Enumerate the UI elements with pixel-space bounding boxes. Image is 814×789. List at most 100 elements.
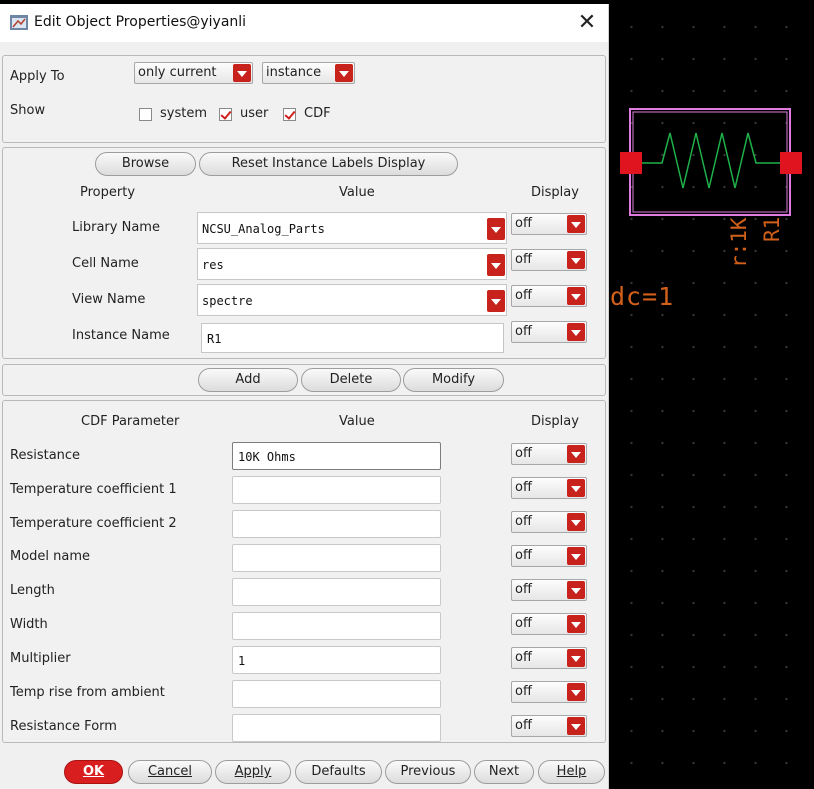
- apply-panel: Apply To only current instance Show syst…: [2, 55, 606, 143]
- instance-panel: Browse Reset Instance Labels Display Pro…: [2, 147, 606, 359]
- cdf-value-header: Value: [339, 414, 375, 429]
- chevron-down-icon: [487, 218, 505, 240]
- ok-button[interactable]: OK: [64, 760, 123, 784]
- view-name-combo[interactable]: spectre: [197, 284, 507, 316]
- temp-rise-display-select[interactable]: off: [511, 681, 587, 703]
- temp-rise-label: Temp rise from ambient: [10, 685, 165, 700]
- chevron-down-icon: [567, 513, 585, 531]
- next-button[interactable]: Next: [474, 760, 534, 784]
- chevron-down-icon: [567, 649, 585, 667]
- show-system-label: system: [160, 106, 207, 121]
- model-name-label: Model name: [10, 549, 91, 564]
- chevron-down-icon: [567, 683, 585, 701]
- display-value: off: [515, 216, 532, 231]
- display-value: off: [515, 650, 532, 665]
- library-name-combo[interactable]: NCSU_Analog_Parts: [197, 212, 507, 244]
- display-value: off: [515, 548, 532, 563]
- edit-properties-dialog: Edit Object Properties@yiyanli ✕ Apply T…: [0, 4, 609, 789]
- chevron-down-icon: [233, 64, 251, 82]
- apply-target-value: instance: [266, 65, 322, 80]
- resistance-form-input[interactable]: [232, 714, 441, 742]
- chevron-down-icon: [335, 64, 353, 82]
- user-property-panel: Add Delete Modify: [2, 364, 606, 396]
- tc1-display-select[interactable]: off: [511, 477, 587, 499]
- close-icon[interactable]: ✕: [572, 10, 602, 36]
- resistor-wire: [642, 132, 780, 189]
- chevron-down-icon: [567, 615, 585, 633]
- multiplier-display-select[interactable]: off: [511, 647, 587, 669]
- multiplier-input[interactable]: 1: [232, 646, 441, 674]
- instance-name-display-select[interactable]: off: [511, 321, 587, 343]
- show-system-checkbox[interactable]: [139, 108, 152, 121]
- chevron-down-icon: [567, 287, 585, 305]
- width-display-select[interactable]: off: [511, 613, 587, 635]
- chevron-down-icon: [567, 251, 585, 269]
- view-name-label: View Name: [72, 292, 146, 307]
- view-name-value: spectre: [202, 294, 253, 308]
- value-header: Value: [339, 185, 375, 200]
- previous-button[interactable]: Previous: [385, 760, 471, 784]
- chevron-down-icon: [487, 254, 505, 276]
- show-user-label: user: [240, 106, 269, 121]
- resistance-form-display-select[interactable]: off: [511, 715, 587, 737]
- length-input[interactable]: [232, 578, 441, 606]
- apply-button[interactable]: Apply: [215, 760, 291, 784]
- pin-right: [780, 152, 802, 174]
- resistance-display-select[interactable]: off: [511, 443, 587, 465]
- tc2-label: Temperature coefficient 2: [10, 516, 177, 531]
- library-name-display-select[interactable]: off: [511, 213, 587, 235]
- width-label: Width: [10, 617, 48, 632]
- value-label: r:1K: [727, 217, 751, 268]
- window-title: Edit Object Properties@yiyanli: [34, 14, 247, 30]
- display-value: off: [515, 446, 532, 461]
- cell-name-label: Cell Name: [72, 256, 139, 271]
- temp-rise-input[interactable]: [232, 680, 441, 708]
- apply-to-label: Apply To: [10, 69, 65, 84]
- schematic-canvas[interactable]: dc=1 r:1K R1: [608, 0, 814, 789]
- chevron-down-icon: [567, 581, 585, 599]
- chevron-down-icon: [567, 445, 585, 463]
- library-name-label: Library Name: [72, 220, 160, 235]
- help-button[interactable]: Help: [538, 760, 605, 784]
- delete-button[interactable]: Delete: [301, 368, 401, 392]
- tc2-display-select[interactable]: off: [511, 511, 587, 533]
- display-value: off: [515, 684, 532, 699]
- display-value: off: [515, 288, 532, 303]
- add-button[interactable]: Add: [198, 368, 298, 392]
- model-name-display-select[interactable]: off: [511, 545, 587, 567]
- show-cdf-checkbox[interactable]: [283, 108, 296, 121]
- tc2-input[interactable]: [232, 510, 441, 538]
- help-label: Help: [556, 764, 587, 779]
- cell-name-combo[interactable]: res: [197, 248, 507, 280]
- display-value: off: [515, 324, 532, 339]
- resistor-symbol[interactable]: [608, 100, 814, 230]
- view-name-display-select[interactable]: off: [511, 285, 587, 307]
- width-input[interactable]: [232, 612, 441, 640]
- defaults-button[interactable]: Defaults: [295, 760, 382, 784]
- reset-labels-button[interactable]: Reset Instance Labels Display: [199, 152, 458, 176]
- browse-button[interactable]: Browse: [95, 152, 196, 176]
- selection-box: [629, 108, 791, 216]
- chevron-down-icon: [567, 479, 585, 497]
- resistance-input[interactable]: 10K Ohms: [232, 442, 441, 470]
- selection-box-inner: [632, 111, 788, 213]
- chevron-down-icon: [567, 323, 585, 341]
- tc1-input[interactable]: [232, 476, 441, 504]
- chevron-down-icon: [567, 215, 585, 233]
- cdf-display-header: Display: [531, 414, 579, 429]
- display-value: off: [515, 252, 532, 267]
- length-display-select[interactable]: off: [511, 579, 587, 601]
- display-value: off: [515, 480, 532, 495]
- title-bar[interactable]: Edit Object Properties@yiyanli ✕: [0, 4, 608, 42]
- instance-name-input[interactable]: R1: [201, 323, 504, 353]
- apply-scope-select[interactable]: only current: [134, 62, 253, 84]
- show-user-checkbox[interactable]: [219, 108, 232, 121]
- cell-name-display-select[interactable]: off: [511, 249, 587, 271]
- modify-button[interactable]: Modify: [403, 368, 504, 392]
- cancel-button[interactable]: Cancel: [128, 760, 212, 784]
- model-name-input[interactable]: [232, 544, 441, 572]
- apply-target-select[interactable]: instance: [262, 62, 355, 84]
- display-header: Display: [531, 185, 579, 200]
- cdf-parameter-header: CDF Parameter: [81, 414, 180, 429]
- display-value: off: [515, 514, 532, 529]
